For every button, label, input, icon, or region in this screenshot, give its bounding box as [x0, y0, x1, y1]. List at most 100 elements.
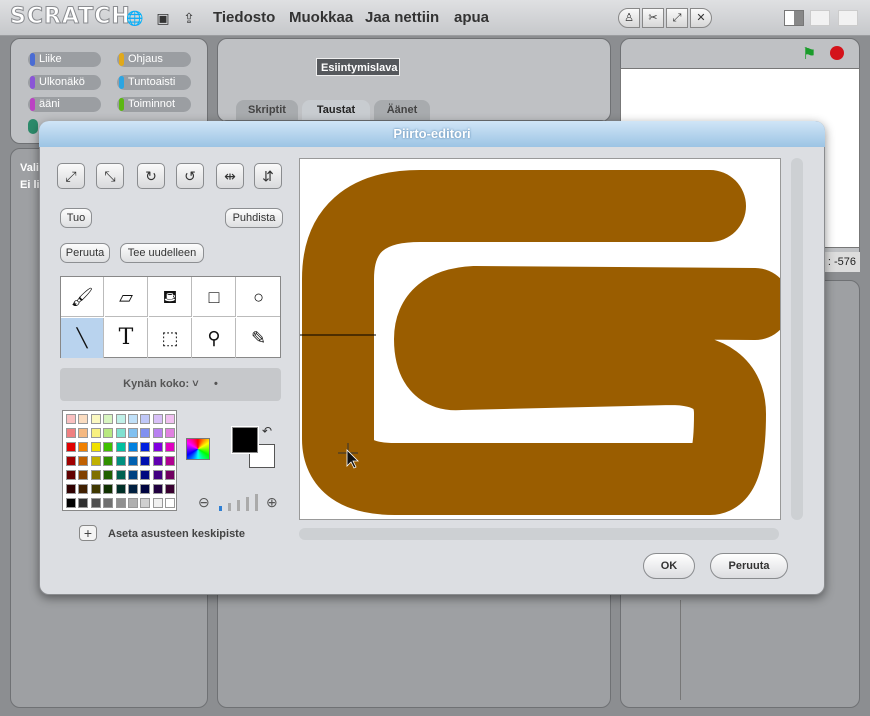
menu-help[interactable]: apua [454, 9, 489, 26]
normal-stage-icon[interactable] [810, 10, 830, 26]
color-swatch[interactable] [66, 456, 76, 466]
color-swatch[interactable] [128, 470, 138, 480]
color-swatch[interactable] [140, 414, 151, 424]
menu-edit[interactable]: Muokkaa [289, 9, 353, 26]
color-swatch[interactable] [66, 428, 76, 438]
color-swatch[interactable] [128, 484, 138, 494]
paint-canvas[interactable] [299, 158, 791, 520]
color-swatch[interactable] [66, 498, 76, 508]
color-swatch[interactable] [165, 470, 176, 480]
color-swatch[interactable] [115, 470, 126, 480]
color-swatch[interactable] [66, 442, 76, 452]
flip-horizontal-icon[interactable]: ⇹ [216, 163, 244, 189]
select-tool[interactable]: ⬚ [149, 318, 192, 358]
category-sound[interactable]: ääni [28, 97, 101, 112]
zoom-level-bar[interactable] [228, 503, 231, 511]
sprite-name-field[interactable]: Esiintymislava [316, 58, 400, 76]
cancel-button[interactable]: Peruuta [710, 553, 788, 579]
category-operators[interactable]: Toiminnot [117, 97, 191, 112]
category-looks[interactable]: Ulkonäkö [28, 75, 101, 90]
eraser-tool[interactable]: ▱ [105, 277, 148, 317]
color-swatch[interactable] [103, 428, 114, 438]
stamp-icon[interactable]: ♙ [618, 8, 640, 28]
grow-icon[interactable]: ⤢ [666, 8, 688, 28]
color-swatch[interactable] [66, 470, 76, 480]
color-swatch[interactable] [78, 498, 89, 508]
share-icon[interactable]: ⇪ [180, 9, 198, 27]
set-center-button[interactable]: + [79, 525, 97, 541]
canvas-vertical-scrollbar[interactable] [791, 158, 803, 520]
color-swatch[interactable] [140, 470, 151, 480]
green-flag-icon[interactable]: ⚑ [802, 44, 816, 64]
color-swatch[interactable] [66, 414, 76, 424]
color-swatch[interactable] [165, 498, 176, 508]
color-swatch[interactable] [78, 484, 89, 494]
flip-vertical-icon[interactable]: ⇵ [254, 163, 282, 189]
tab-sounds[interactable]: Äänet [374, 100, 430, 120]
paintbrush-tool[interactable]: 🖌 [61, 277, 104, 317]
color-swatch[interactable] [115, 442, 126, 452]
import-button[interactable]: Tuo [60, 208, 92, 228]
foreground-color-swatch[interactable] [231, 426, 259, 454]
color-swatch[interactable] [78, 442, 89, 452]
redo-button[interactable]: Tee uudelleen [120, 243, 204, 263]
color-swatch[interactable] [165, 484, 176, 494]
zoom-out-icon[interactable]: ⊖ [198, 494, 210, 511]
category-control[interactable]: Ohjaus [117, 52, 191, 67]
tab-scripts[interactable]: Skriptit [236, 100, 298, 120]
save-icon[interactable]: ▣ [154, 9, 172, 27]
color-swatch[interactable] [128, 428, 138, 438]
color-swatch[interactable] [152, 414, 163, 424]
color-swatch[interactable] [165, 428, 176, 438]
color-swatch[interactable] [152, 484, 163, 494]
shrink-icon[interactable]: ✕ [690, 8, 712, 28]
color-swatch[interactable] [152, 442, 163, 452]
color-swatch[interactable] [103, 498, 114, 508]
color-swatch[interactable] [165, 442, 176, 452]
rectangle-tool[interactable]: □ [193, 277, 236, 317]
scissors-icon[interactable]: ✂ [642, 8, 664, 28]
color-swatch[interactable] [152, 428, 163, 438]
color-swatch[interactable] [128, 442, 138, 452]
rotate-right-icon[interactable]: ↻ [137, 163, 165, 189]
undo-button[interactable]: Peruuta [60, 243, 110, 263]
color-swatch[interactable] [90, 414, 101, 424]
stop-icon[interactable] [830, 46, 844, 60]
color-swatch[interactable] [140, 456, 151, 466]
color-swatch[interactable] [78, 470, 89, 480]
rotate-left-icon[interactable]: ↺ [176, 163, 204, 189]
category-motion[interactable]: Liike [28, 52, 101, 67]
menu-share[interactable]: Jaa nettiin [365, 9, 439, 26]
color-swatch[interactable] [90, 428, 101, 438]
color-swatch[interactable] [152, 498, 163, 508]
globe-icon[interactable]: 🌐 [126, 9, 144, 27]
zoom-level-bar[interactable] [246, 497, 249, 511]
canvas-horizontal-scrollbar[interactable] [299, 528, 779, 540]
color-swatch[interactable] [140, 498, 151, 508]
color-swatch[interactable] [152, 456, 163, 466]
color-swatch[interactable] [90, 442, 101, 452]
color-swatch[interactable] [140, 442, 151, 452]
clear-button[interactable]: Puhdista [225, 208, 283, 228]
color-swatch[interactable] [165, 414, 176, 424]
tab-backgrounds[interactable]: Taustat [302, 100, 370, 120]
color-picker-rainbow[interactable] [186, 438, 210, 460]
color-swatch[interactable] [103, 414, 114, 424]
zoom-level-bar[interactable] [219, 506, 222, 511]
color-swatch[interactable] [165, 456, 176, 466]
color-swatch[interactable] [103, 484, 114, 494]
color-swatch[interactable] [78, 428, 89, 438]
fill-tool[interactable]: ⛾ [149, 277, 192, 317]
category-variables[interactable] [28, 119, 38, 134]
color-swatch[interactable] [115, 484, 126, 494]
presentation-icon[interactable] [838, 10, 858, 26]
color-swatch[interactable] [78, 456, 89, 466]
color-swatch[interactable] [140, 428, 151, 438]
color-swatch[interactable] [115, 414, 126, 424]
color-swatch[interactable] [66, 484, 76, 494]
menu-file[interactable]: Tiedosto [213, 9, 275, 26]
small-stage-icon[interactable] [784, 10, 804, 26]
color-swatch[interactable] [90, 484, 101, 494]
color-swatch[interactable] [115, 428, 126, 438]
zoom-level-bar[interactable] [255, 494, 258, 511]
